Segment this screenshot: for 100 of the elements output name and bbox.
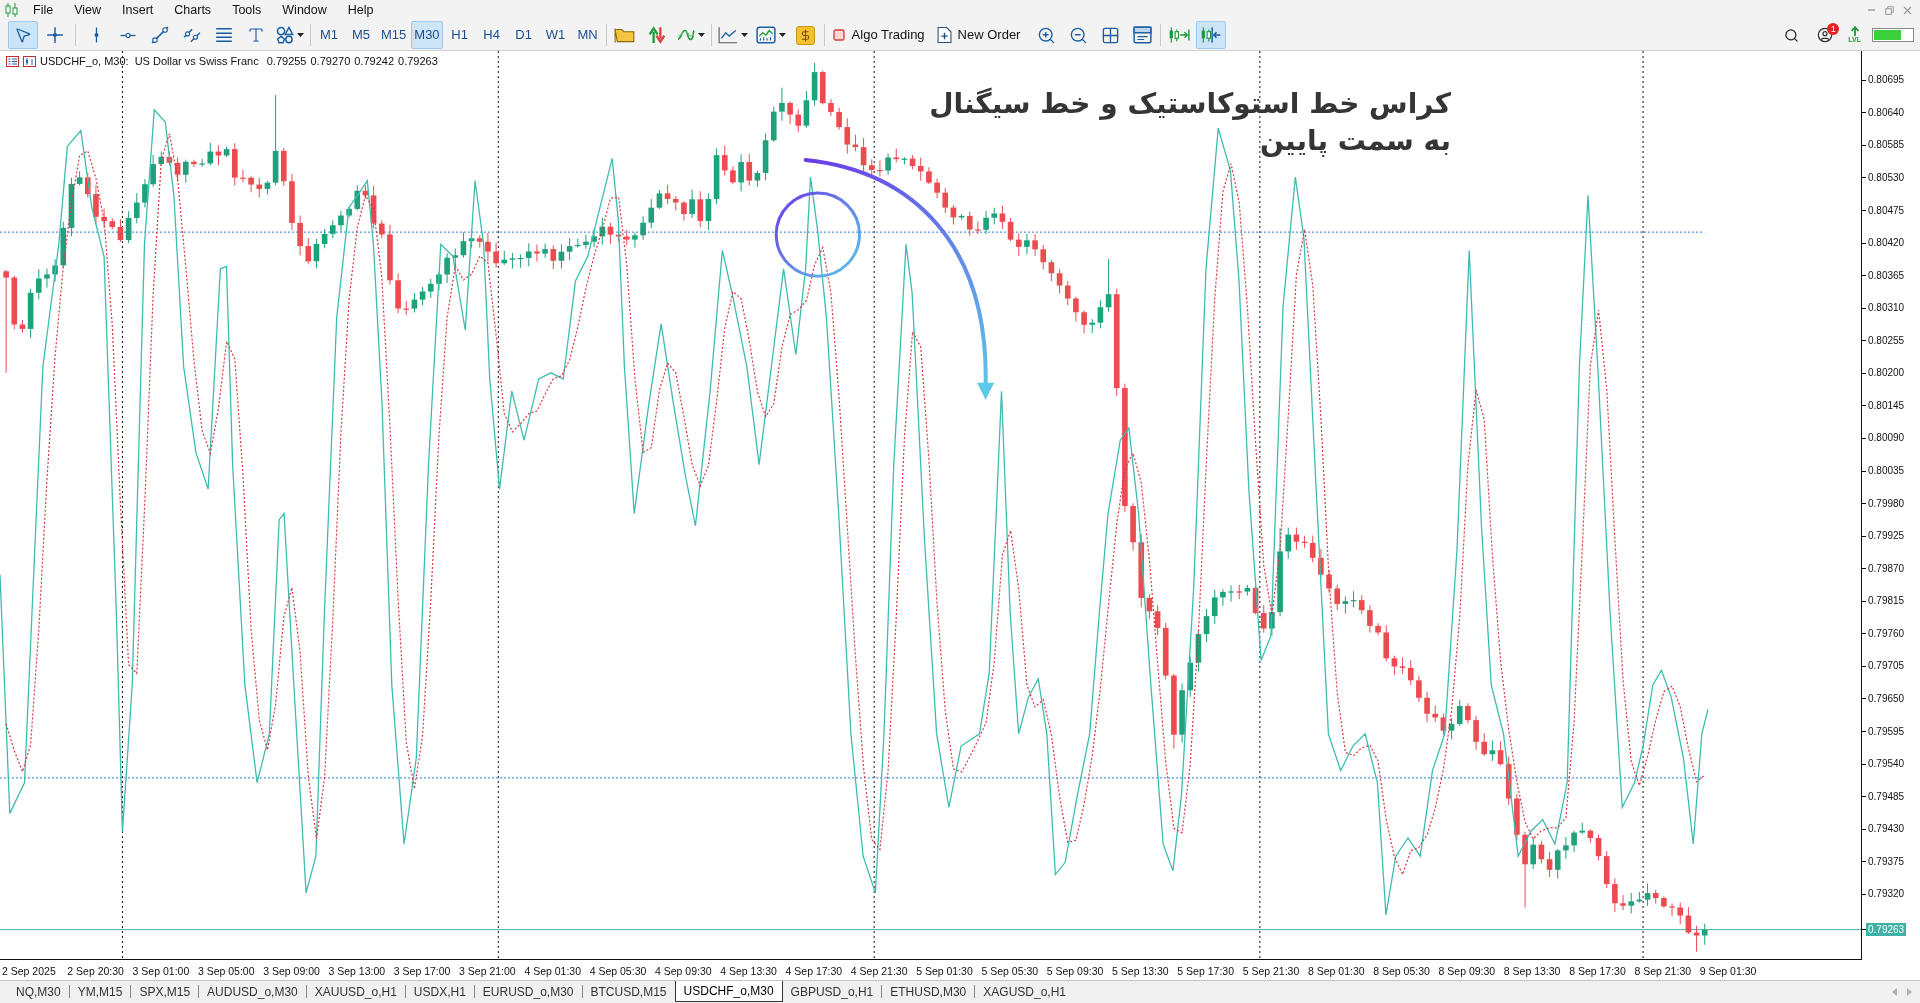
menu-item[interactable]: Insert <box>122 1 154 19</box>
candlestick <box>534 243 540 263</box>
chart-shift-icon <box>1168 26 1191 44</box>
menu-item[interactable]: Window <box>282 1 327 19</box>
timeframe-button[interactable]: H1 <box>444 21 475 49</box>
chart-scroll-button[interactable] <box>1196 21 1227 49</box>
menu-item[interactable]: View <box>74 1 102 19</box>
close-icon[interactable] <box>1903 5 1912 15</box>
time-label: 8 Sep 09:30 <box>1438 965 1496 977</box>
chart-template-icon <box>755 26 776 44</box>
caret-icon <box>740 33 748 37</box>
algo-trading-button[interactable]: Algo Trading <box>827 21 930 49</box>
folder-icon <box>613 26 636 44</box>
menu-item[interactable]: File <box>33 1 54 19</box>
timeframe-button[interactable]: M5 <box>346 21 376 49</box>
time-label: 4 Sep 13:30 <box>720 965 777 977</box>
price-label: 0.79980 <box>1867 497 1905 510</box>
time-label: 8 Sep 21:30 <box>1634 965 1692 977</box>
timeframe-button[interactable]: W1 <box>540 21 571 49</box>
time-label: 5 Sep 01:30 <box>916 965 973 977</box>
account-button[interactable]: 1 <box>1813 23 1838 47</box>
user-icon <box>1817 27 1834 43</box>
chart-tab[interactable]: GBPUSD_o,H1 <box>782 981 882 1002</box>
candlestick <box>1465 702 1471 725</box>
price-label: 0.80090 <box>1867 432 1905 445</box>
grid-icon <box>1100 25 1120 45</box>
time-label: 4 Sep 09:30 <box>654 965 712 977</box>
candlestick <box>640 215 646 241</box>
menu-item[interactable]: Help <box>347 1 374 19</box>
chart-tab[interactable]: AUDUSD_o,M30 <box>199 981 306 1002</box>
chart-tab[interactable]: YM,M15 <box>69 981 131 1002</box>
chart-tab[interactable]: USDCHF_o,M30 <box>674 981 783 1002</box>
timeframe-button[interactable]: M15 <box>378 21 410 49</box>
chart-tab[interactable]: USDX,H1 <box>405 981 474 1002</box>
current-price-label: 0.79263 <box>1866 923 1907 936</box>
price-label: 0.79925 <box>1867 530 1905 543</box>
symbol-description: US Dollar vs Swiss Franc <box>134 54 259 68</box>
candlestick <box>1661 895 1667 909</box>
timeframe-button[interactable]: D1 <box>508 21 539 49</box>
drawing-tool-button[interactable] <box>8 21 38 49</box>
timeframe-button[interactable]: MN <box>572 21 603 49</box>
quote-value: 0.79270 <box>310 54 351 68</box>
timeframe-button[interactable]: M30 <box>411 21 443 49</box>
shapes-icon <box>276 26 294 44</box>
chart-tab[interactable]: NQ,M30 <box>8 981 69 1002</box>
candlestick <box>395 273 401 314</box>
connection-meter-icon <box>1872 28 1914 42</box>
chart-tab[interactable]: XAGUSD_o,H1 <box>975 981 1074 1002</box>
candlestick <box>1416 675 1422 703</box>
chart-tab[interactable]: BTCUSD,M15 <box>582 981 675 1002</box>
candlestick <box>583 234 589 250</box>
chart-tab[interactable]: ETHUSD,M30 <box>882 981 975 1002</box>
candlestick <box>493 242 499 269</box>
candlestick <box>934 178 940 199</box>
price-label: 0.80475 <box>1867 204 1905 217</box>
chart-tab[interactable]: EURUSD_o,M30 <box>474 981 582 1002</box>
candlestick <box>101 208 107 229</box>
candlestick <box>248 175 254 193</box>
candlestick <box>885 152 891 176</box>
candlestick <box>1571 830 1577 853</box>
candlestick <box>297 215 303 256</box>
price-label: 0.80255 <box>1867 334 1905 347</box>
candlestick <box>1326 569 1332 594</box>
vertical-line-icon <box>93 26 99 44</box>
chart-window-icon <box>23 55 36 67</box>
menu-item[interactable]: Charts <box>174 1 212 19</box>
candlestick <box>387 224 393 286</box>
quote-value: 0.79242 <box>354 54 394 68</box>
zoom-in-icon <box>1036 25 1056 45</box>
candlestick <box>779 87 785 122</box>
candlestick <box>1620 894 1626 911</box>
price-label: 0.79430 <box>1867 823 1905 836</box>
price-label: 0.79705 <box>1867 660 1905 673</box>
candlestick <box>983 210 989 235</box>
candlestick <box>1073 296 1079 323</box>
menu-item[interactable]: Tools <box>232 1 262 19</box>
new-order-button[interactable]: New Order <box>931 21 1026 49</box>
time-label: 3 Sep 05:00 <box>197 965 255 977</box>
chart-tab[interactable]: XAUUSD_o,H1 <box>306 981 405 1002</box>
price-label: 0.79815 <box>1867 595 1905 608</box>
time-label: 5 Sep 05:30 <box>981 965 1039 977</box>
candlestick <box>877 160 883 178</box>
price-label: 0.80695 <box>1867 74 1905 87</box>
zoom-out-icon <box>1068 25 1088 45</box>
annotation-text: کراس خط استوکاستیک و خط سیگنال به سمت پایین <box>928 86 1451 159</box>
candlestick <box>1669 903 1675 917</box>
candlestick <box>1473 715 1479 751</box>
price-label: 0.79320 <box>1867 888 1905 901</box>
search-icon <box>1783 27 1799 43</box>
candlestick <box>1081 309 1087 334</box>
candlestick <box>44 268 50 288</box>
chart-tab[interactable]: SPX,M15 <box>131 981 199 1002</box>
timeframe-button[interactable]: M1 <box>314 21 344 49</box>
time-label: 5 Sep 17:30 <box>1177 965 1234 977</box>
candlestick <box>1228 585 1234 603</box>
price-label: 0.80200 <box>1867 367 1905 380</box>
up-arrow-icon <box>1849 26 1860 36</box>
price-label: 0.79870 <box>1867 562 1905 575</box>
timeframe-button[interactable]: H4 <box>476 21 507 49</box>
candlesticks-icon <box>5 3 18 17</box>
